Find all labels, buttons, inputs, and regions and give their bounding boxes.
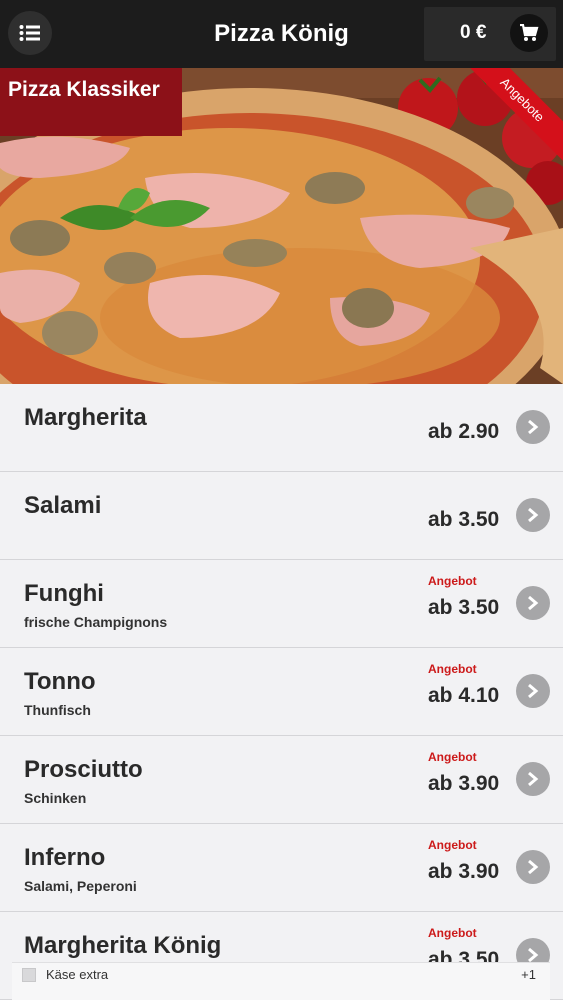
extra-checkbox[interactable] bbox=[22, 968, 36, 982]
list-item[interactable]: Salami ab 3.50 bbox=[0, 472, 563, 560]
offer-badge: Angebot bbox=[428, 750, 477, 764]
item-name: Margherita bbox=[24, 404, 147, 431]
item-name: Salami bbox=[24, 492, 102, 519]
item-name: Tonno bbox=[24, 668, 96, 695]
category-title: Pizza Klassiker bbox=[0, 68, 182, 136]
item-description: Thunfisch bbox=[24, 702, 91, 718]
offer-badge: Angebot bbox=[428, 574, 477, 588]
item-price: ab 3.90 bbox=[428, 860, 500, 883]
item-price: ab 4.10 bbox=[428, 684, 500, 707]
shopping-cart-icon bbox=[510, 14, 548, 52]
cart-total: 0 € bbox=[460, 22, 487, 43]
chevron-right-icon[interactable] bbox=[516, 762, 550, 796]
chevron-right-icon[interactable] bbox=[516, 410, 550, 444]
option-label: Käse extra bbox=[46, 967, 109, 982]
item-name: Margherita König bbox=[24, 932, 222, 959]
item-name: Funghi bbox=[24, 580, 104, 607]
list-item[interactable]: Inferno Salami, Peperoni Angebot ab 3.90 bbox=[0, 824, 563, 912]
item-price: ab 3.50 bbox=[428, 508, 500, 531]
item-description: Salami, Peperoni bbox=[24, 878, 137, 894]
cart-button[interactable]: 0 € bbox=[424, 7, 556, 61]
list-item[interactable]: Funghi frische Champignons Angebot ab 3.… bbox=[0, 560, 563, 648]
option-price: +1 bbox=[521, 967, 536, 982]
chevron-right-icon[interactable] bbox=[516, 498, 550, 532]
item-price: ab 3.50 bbox=[428, 596, 500, 619]
offer-badge: Angebot bbox=[428, 662, 477, 676]
item-name: Inferno bbox=[24, 844, 106, 871]
item-price: ab 2.90 bbox=[428, 420, 500, 443]
offer-badge: Angebot bbox=[428, 838, 477, 852]
list-item[interactable]: Tonno Thunfisch Angebot ab 4.10 bbox=[0, 648, 563, 736]
item-price: ab 3.90 bbox=[428, 772, 500, 795]
category-hero-image: Pizza Klassiker Angebote bbox=[0, 68, 563, 384]
item-name: Prosciutto bbox=[24, 756, 143, 783]
chevron-right-icon[interactable] bbox=[516, 850, 550, 884]
app-header: Pizza König 0 € bbox=[0, 0, 563, 68]
list-item[interactable]: Prosciutto Schinken Angebot ab 3.90 bbox=[0, 736, 563, 824]
chevron-right-icon[interactable] bbox=[516, 674, 550, 708]
extra-option-row[interactable]: Käse extra +1 bbox=[12, 962, 550, 1000]
offer-badge: Angebot bbox=[428, 926, 477, 940]
item-description: frische Champignons bbox=[24, 614, 168, 630]
item-description: Schinken bbox=[24, 790, 87, 806]
chevron-right-icon[interactable] bbox=[516, 586, 550, 620]
list-item[interactable]: Margherita ab 2.90 bbox=[0, 384, 563, 472]
menu-list: Margherita ab 2.90 Salami ab 3.50 Funghi… bbox=[0, 384, 563, 1000]
